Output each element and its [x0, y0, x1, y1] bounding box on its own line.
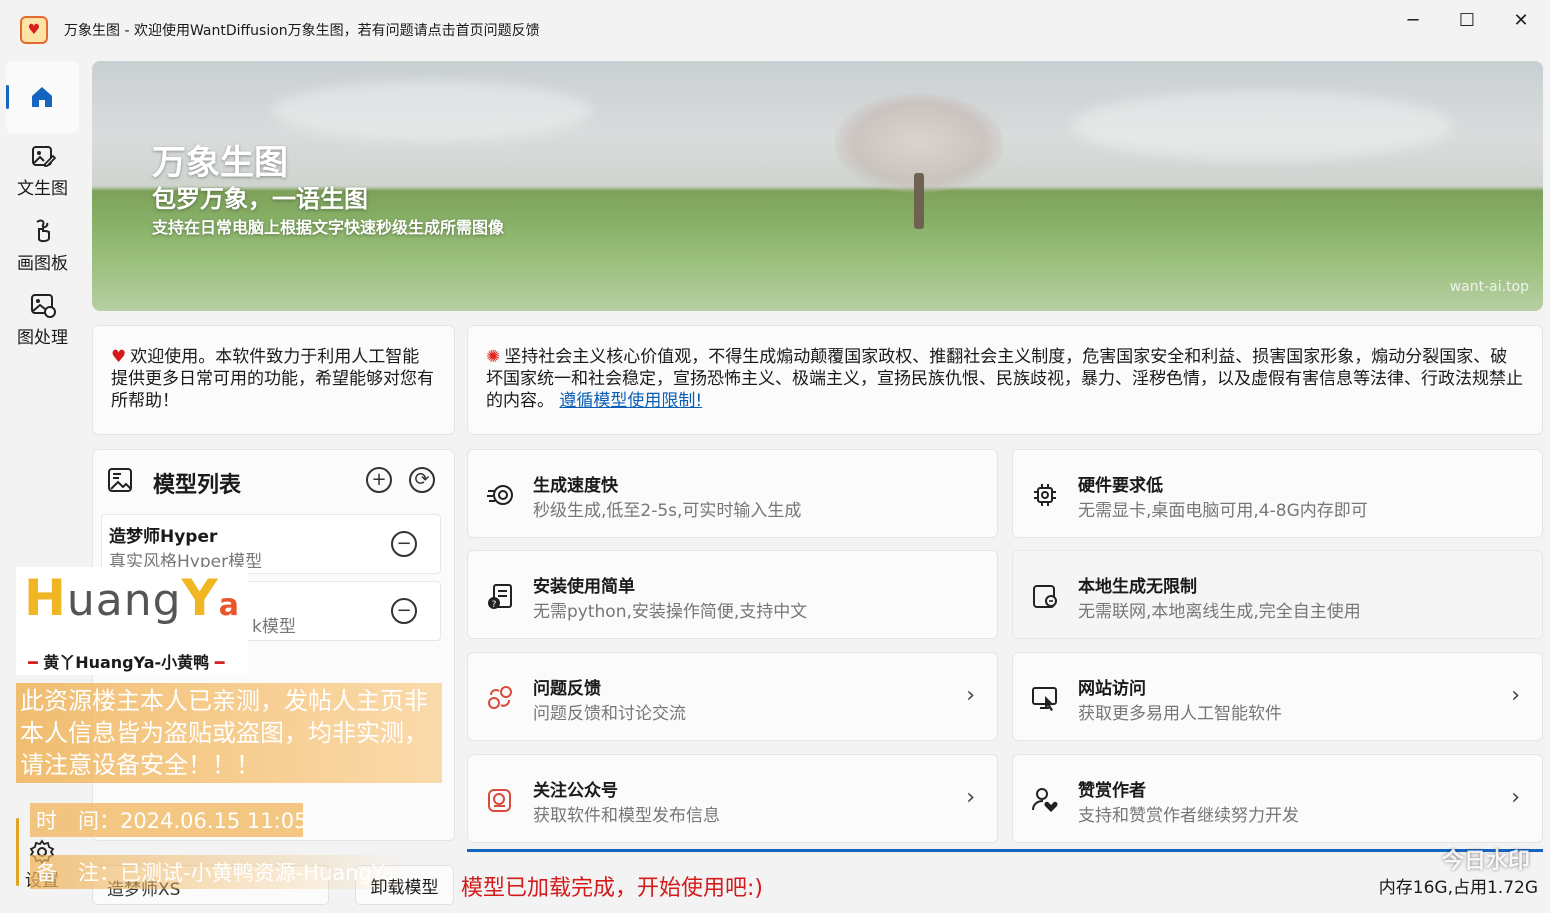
feature-card-local: 本地生成无限制 无需联网,本地离线生成,完全自主使用 [1012, 550, 1543, 639]
speed-icon [487, 485, 513, 505]
banner-cloud [272, 81, 592, 141]
rail-item-image-process[interactable]: 图处理 [6, 291, 79, 361]
chevron-right-icon: › [966, 785, 975, 810]
remove-model-button[interactable]: − [391, 531, 417, 557]
model-list-title: 模型列表 [153, 473, 242, 498]
hand-draw-icon [35, 219, 50, 243]
install-icon: ? [488, 584, 512, 610]
banner-title: 万象生图 [152, 143, 288, 183]
feature-title: 关注公众号 [533, 781, 618, 801]
window-title: 万象生图 - 欢迎使用WantDiffusion万象生图，若有问题请点击首页问题… [64, 23, 540, 39]
chip-icon [1034, 484, 1056, 506]
feature-desc: 无需python,安装操作简便,支持中文 [533, 602, 808, 622]
policy-card: ✺ 坚持社会主义核心价值观，不得生成煽动颠覆国家政权、推翻社会主义制度，危害国家安… [467, 325, 1543, 435]
feature-card-wechat[interactable]: 关注公众号 获取软件和模型发布信息 › [467, 754, 998, 843]
website-icon [1032, 687, 1057, 711]
image-edit-icon [31, 146, 56, 167]
rail-label-text-to-image: 文生图 [17, 179, 68, 199]
maximize-button[interactable]: ☐ [1444, 6, 1490, 34]
watermark-notice: 此资源楼主本人已亲测，发帖人主页非本人信息皆为盗贴或盗图，均非实测，请注意设备安… [16, 683, 442, 783]
wechat-icon [488, 789, 511, 812]
add-model-button[interactable]: + [366, 467, 392, 493]
banner-cloud [1072, 91, 1452, 161]
feature-title: 赞赏作者 [1078, 781, 1146, 801]
feature-title: 安装使用简单 [533, 577, 635, 597]
feature-title: 硬件要求低 [1078, 476, 1163, 496]
home-icon [32, 87, 52, 107]
feature-desc: 无需联网,本地离线生成,完全自主使用 [1078, 602, 1361, 622]
welcome-card: ♥ 欢迎使用。本软件致力于利用人工智能提供更多日常可用的功能，希望能够对您有所帮助… [92, 325, 455, 435]
memory-readout: 内存16G,占用1.72G [1378, 878, 1538, 898]
feature-desc: 获取更多易用人工智能软件 [1078, 704, 1282, 724]
feature-title: 网站访问 [1078, 679, 1146, 699]
model-desc: k模型 [252, 617, 296, 637]
feature-desc: 问题反馈和讨论交流 [533, 704, 686, 724]
feature-card-hardware: 硬件要求低 无需显卡,桌面电脑可用,4-8G内存即可 [1012, 449, 1543, 538]
model-list-icon [108, 468, 132, 492]
status-text: 模型已加载完成，开始使用吧:) [461, 876, 763, 901]
banner-subtitle: 包罗万象，一语生图 [152, 185, 368, 213]
model-item[interactable]: 造梦师Hyper 真实风格Hyper模型 − [101, 514, 441, 574]
rail-item-home[interactable] [6, 61, 79, 133]
watermark-logo-text: HuangYa [24, 569, 240, 627]
watermark-corner: 今日水印 [1441, 849, 1530, 874]
watermark-logo-sub: ━ 黄丫HuangYa-小黄鸭 ━ [28, 653, 225, 672]
local-icon [1033, 585, 1057, 608]
load-progress-bar [467, 849, 1543, 852]
image-process-icon [30, 294, 56, 318]
welcome-text: 欢迎使用。本软件致力于利用人工智能提供更多日常可用的功能，希望能够对您有所帮助！ [111, 347, 434, 411]
title-bar: ♥ 万象生图 - 欢迎使用WantDiffusion万象生图，若有问题请点击首页… [0, 0, 1550, 58]
feature-title: 生成速度快 [533, 476, 618, 496]
watermark-logo: HuangYa ━ 黄丫HuangYa-小黄鸭 ━ [16, 567, 248, 675]
model-name: 造梦师Hyper [109, 527, 218, 547]
svg-text:?: ? [492, 600, 497, 610]
feature-title: 本地生成无限制 [1078, 577, 1197, 597]
feature-desc: 秒级生成,低至2-5s,可实时输入生成 [533, 501, 802, 521]
donate-icon [1032, 788, 1058, 812]
close-button[interactable]: ✕ [1498, 6, 1544, 34]
banner-tree-trunk [914, 173, 924, 229]
feature-card-install: ? 安装使用简单 无需python,安装操作简便,支持中文 [467, 550, 998, 639]
chevron-right-icon: › [1511, 785, 1520, 810]
hero-banner: 万象生图 包罗万象，一语生图 支持在日常电脑上根据文字快速秒级生成所需图像 wa… [92, 61, 1543, 311]
feature-title: 问题反馈 [533, 679, 601, 699]
policy-link[interactable]: 遵循模型使用限制! [559, 391, 702, 411]
chevron-right-icon: › [1511, 683, 1520, 708]
rail-item-drawing-board[interactable]: 画图板 [6, 217, 79, 287]
rail-label-drawing-board: 画图板 [17, 254, 68, 274]
active-indicator [6, 85, 9, 109]
feature-desc: 无需显卡,桌面电脑可用,4-8G内存即可 [1078, 501, 1368, 521]
feature-card-speed: 生成速度快 秒级生成,低至2-5s,可实时输入生成 [467, 449, 998, 538]
feature-desc: 支持和赞赏作者继续努力开发 [1078, 806, 1299, 826]
minimize-button[interactable]: ─ [1390, 6, 1436, 34]
app-logo-icon: ♥ [20, 16, 48, 44]
feedback-icon [488, 686, 512, 709]
watermark-time: 时 间：2024.06.15 11:05 [30, 803, 307, 837]
alarm-icon: ✺ [486, 347, 501, 367]
feature-desc: 获取软件和模型发布信息 [533, 806, 720, 826]
banner-tagline: 支持在日常电脑上根据文字快速秒级生成所需图像 [152, 218, 505, 237]
heart-icon: ♥ [111, 347, 127, 367]
feature-card-website[interactable]: 网站访问 获取更多易用人工智能软件 › [1012, 652, 1543, 741]
remove-model-button[interactable]: − [391, 598, 417, 624]
refresh-models-button[interactable]: ⟳ [409, 467, 435, 493]
feature-card-donate[interactable]: 赞赏作者 支持和赞赏作者继续努力开发 › [1012, 754, 1543, 843]
rail-label-image-process: 图处理 [17, 328, 68, 348]
banner-site: want-ai.top [1449, 279, 1529, 295]
feature-card-feedback[interactable]: 问题反馈 问题反馈和讨论交流 › [467, 652, 998, 741]
rail-item-text-to-image[interactable]: 文生图 [6, 142, 79, 212]
chevron-right-icon: › [966, 683, 975, 708]
watermark-note: 备 注：已测试-小黄鸭资源-HuangYa [30, 855, 410, 889]
